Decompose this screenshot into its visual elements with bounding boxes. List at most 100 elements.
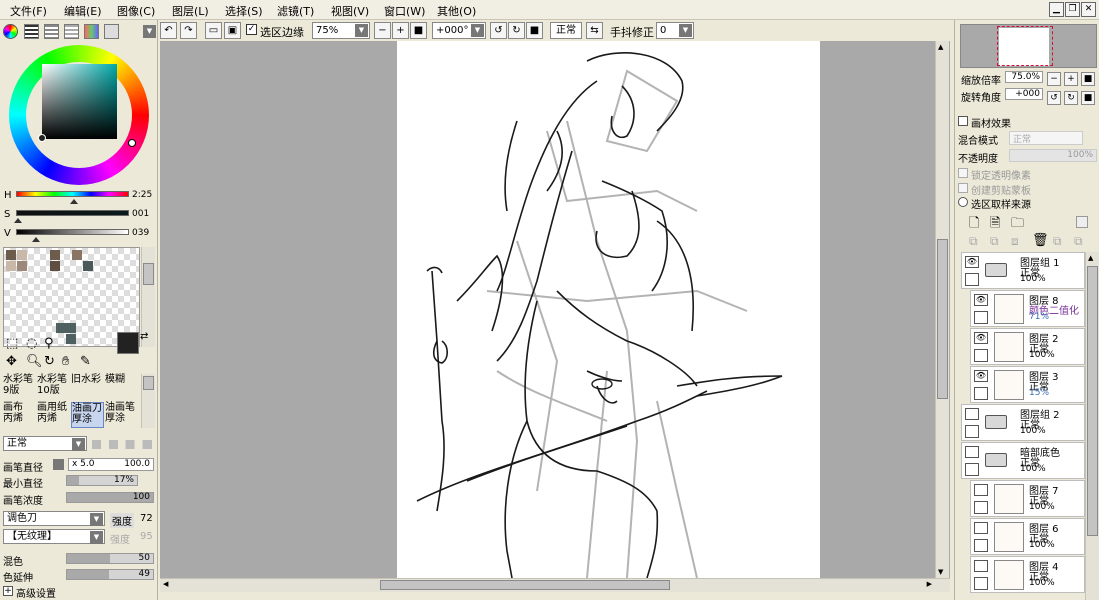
minimize-button[interactable]: ▁ [1049,2,1064,17]
nav-zoom-field[interactable]: 75.0% [1005,71,1043,83]
color-swatch[interactable] [83,261,93,271]
scroll-up-icon[interactable]: ▲ [938,43,943,51]
new-folder-icon[interactable]: 🗀 [1011,214,1024,236]
layer-scroll-thumb[interactable] [1087,266,1098,536]
redo-button[interactable]: ↷ [180,22,197,39]
color-swatch[interactable] [17,261,27,271]
layer-lock-toggle[interactable] [974,577,988,590]
nav-zoom-in-button[interactable]: + [1064,72,1078,86]
eye-icon[interactable]: 👁︎ [974,332,988,344]
brush-scrollbar[interactable] [141,374,155,428]
layer-lock-toggle[interactable] [974,349,988,362]
canvas-vscroll-thumb[interactable] [937,239,948,399]
rotation-select[interactable]: +000° ▼ [432,22,486,39]
layer-lock-toggle[interactable] [974,311,988,324]
canvas-vertical-scrollbar[interactable]: ▲ ▼ [935,41,949,578]
brush-preset[interactable]: 画布 丙烯 [3,402,36,428]
nav-rotate-right-button[interactable]: ↻ [1064,91,1078,105]
chevron-down-icon[interactable]: ▼ [143,25,156,38]
layer-mask-icon[interactable]: ⧉ [1053,234,1062,249]
swatch-scroll-thumb[interactable] [143,263,154,285]
visibility-toggle[interactable] [974,560,988,572]
magic-wand-icon[interactable]: ⚲ [44,336,54,351]
zoom-select[interactable]: 75% ▼ [312,22,370,39]
layer-row[interactable]: 👁︎ 图层 3 正常 15% [970,366,1085,403]
menu-select[interactable]: 选择(S) [225,3,263,19]
menu-other[interactable]: 其他(O) [437,3,476,19]
trash-icon[interactable]: 🗑︎ [1032,233,1049,248]
visibility-toggle[interactable] [974,522,988,534]
layer-lock-toggle[interactable] [965,463,979,476]
hue-picker-handle[interactable] [128,139,136,147]
menu-image[interactable]: 图像(C) [117,3,155,19]
visibility-toggle[interactable] [965,408,979,420]
eyedropper-icon[interactable]: ✎ [80,354,91,369]
eye-icon[interactable]: 👁︎ [974,370,988,382]
layer-row[interactable]: 图层 7 正常 100% [970,480,1085,517]
hue-slider[interactable] [16,191,129,197]
zoom-icon[interactable]: 🔍︎ [26,354,43,369]
layer-lock-toggle[interactable] [965,273,979,286]
color-swatch[interactable] [6,261,16,271]
lock-alpha-checkbox[interactable] [958,168,968,178]
menu-view[interactable]: 视图(V) [331,3,369,19]
scroll-right-icon[interactable]: ▶ [927,580,932,588]
visibility-toggle[interactable] [965,446,979,458]
hand-icon[interactable]: ✋︎ [62,354,69,369]
layer-list-scrollbar[interactable]: ▲ [1085,252,1099,600]
blend-slider[interactable]: 50 [66,553,154,564]
canvas-horizontal-scrollbar[interactable]: ◀ ▶ [160,578,950,592]
color-swatch[interactable] [17,250,27,260]
color-wheel-mode-icon[interactable] [3,24,18,39]
clipping-checkbox[interactable] [958,183,968,193]
texture-select[interactable]: 【无纹理】 ▼ [3,529,105,544]
move-icon[interactable]: ✥ [6,354,17,369]
canvas-hscroll-thumb[interactable] [380,580,670,590]
layer-folder-row[interactable]: 图层组 2 正常 100% [961,404,1085,441]
menu-file[interactable]: 文件(F) [10,3,47,19]
transfer-down-icon[interactable]: ⧉ [969,234,978,249]
layer-row[interactable]: 👁︎ 图层 2 正常 100% [970,328,1085,365]
visibility-toggle[interactable] [974,484,988,496]
value-slider[interactable] [16,229,129,235]
layer-row[interactable]: 图层 4 正常 100% [970,556,1085,593]
strength-value[interactable]: 72 [140,513,153,524]
brush-preset[interactable]: 模糊 [105,374,138,400]
sv-square[interactable] [42,64,117,139]
nav-rotate-reset-button[interactable]: ■ [1081,91,1095,105]
sv-picker-handle[interactable] [38,134,46,142]
color-swatch[interactable] [72,250,82,260]
scroll-left-icon[interactable]: ◀ [163,580,168,588]
brush-size-field[interactable]: x 5.0 100.0 [68,458,154,471]
apply-mask-icon[interactable]: ⧉ [1074,234,1083,249]
brush-preset[interactable]: 画用纸 丙烯 [37,402,70,428]
view-mode-button[interactable]: 正常 [550,22,582,39]
deselect-button[interactable]: ▭ [205,22,222,39]
brush-preset[interactable]: 油画笔 厚涂 [105,402,138,428]
eye-icon[interactable]: 👁︎ [965,256,979,268]
navigator-view-rect[interactable] [997,26,1053,66]
rotate-reset-button[interactable]: ■ [526,22,543,39]
hue-slider-thumb[interactable] [70,199,78,204]
layer-row[interactable]: 图层 6 正常 100% [970,518,1085,555]
dilution-slider[interactable]: 49 [66,569,154,580]
rect-select-icon[interactable]: ⬚ [6,336,18,351]
menu-layer[interactable]: 图层(L) [172,3,209,19]
rgb-slider-mode-icon[interactable] [24,24,39,39]
layer-row[interactable]: 👁︎ 图层 8 颜色二值化 71% [970,290,1085,327]
scroll-down-icon[interactable]: ▼ [938,568,943,576]
layer-lock-toggle[interactable] [974,387,988,400]
selection-edge-checkbox[interactable]: ✓ [246,24,257,35]
nav-rotate-field[interactable]: +000 [1005,88,1043,100]
value-slider-thumb[interactable] [32,237,40,242]
restore-button[interactable]: ❐ [1065,2,1080,17]
layer-panel-menu-icon[interactable] [1076,216,1088,228]
brush-preset[interactable]: 旧水彩 [71,374,104,400]
saturation-slider[interactable] [16,210,129,216]
advanced-settings-label[interactable]: 高级设置 [16,585,56,600]
color-swatch[interactable] [66,323,76,333]
scratchpad-mode-icon[interactable] [104,24,119,39]
brush-size-preset-button[interactable] [53,459,64,470]
nav-zoom-out-button[interactable]: − [1047,72,1061,86]
blend-mode-select[interactable]: 正常 ▼ [3,436,87,451]
